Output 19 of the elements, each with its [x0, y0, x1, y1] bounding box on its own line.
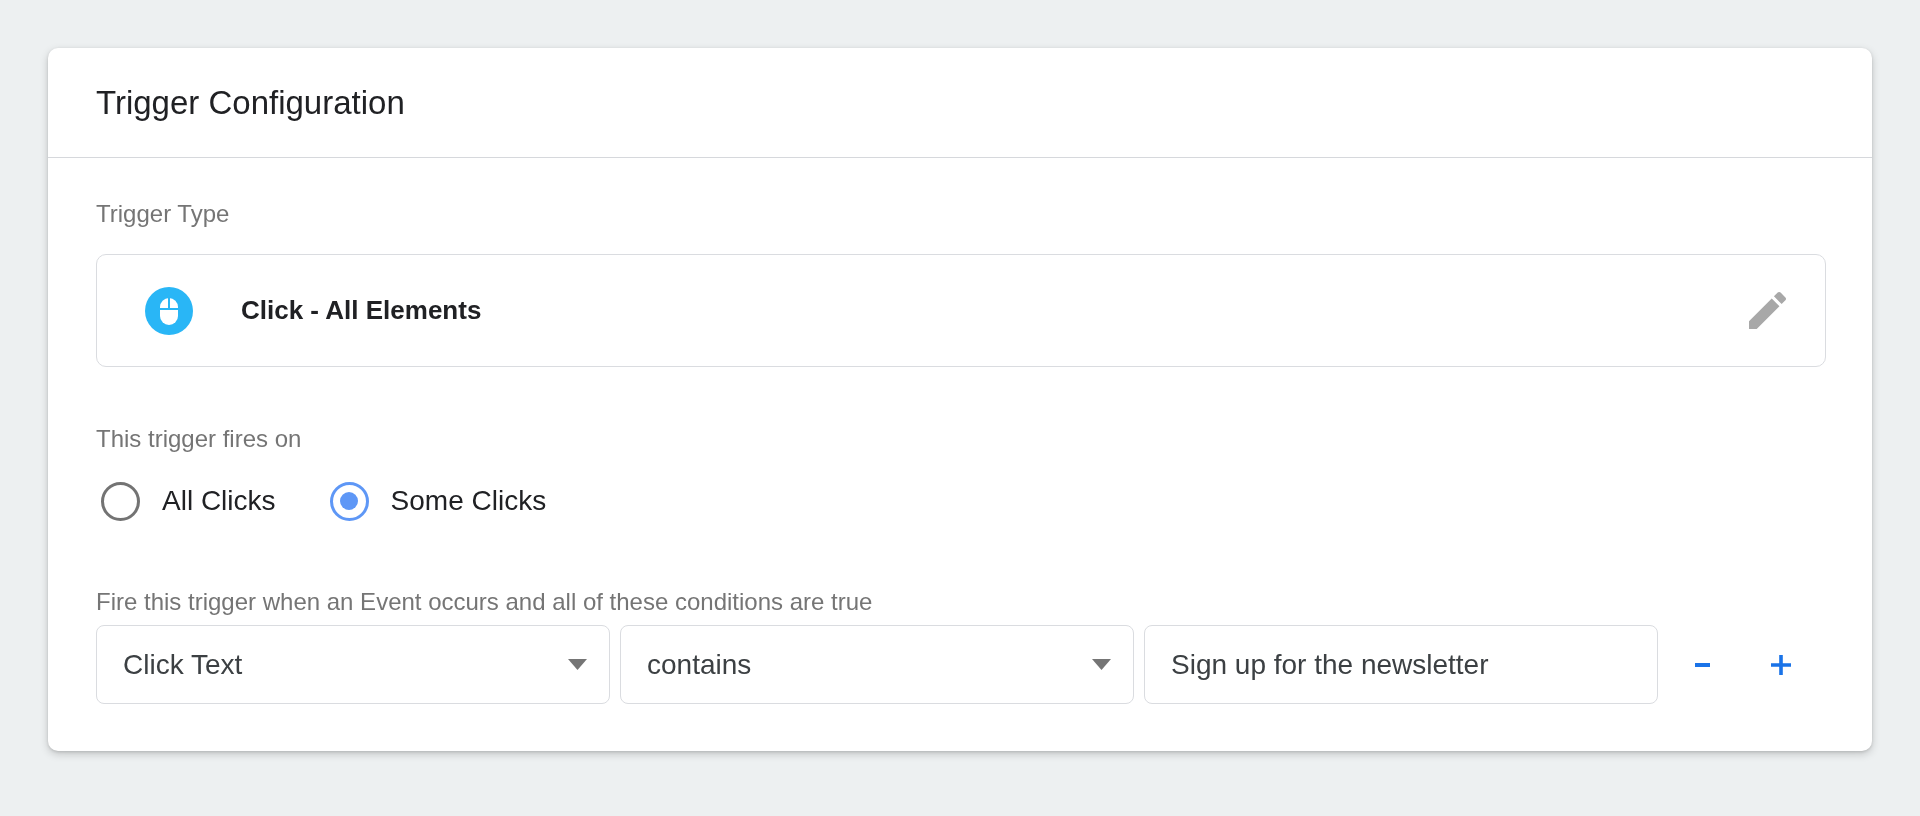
plus-icon: [1771, 654, 1791, 675]
radio-label[interactable]: Some Clicks: [390, 484, 547, 518]
trigger-type-name: Click - All Elements: [241, 295, 482, 326]
dropdown[interactable]: Click Text: [96, 625, 610, 704]
radio-button[interactable]: [329, 481, 369, 521]
edit-icon[interactable]: [1749, 292, 1786, 329]
input-field[interactable]: Sign up for the newsletter: [1144, 625, 1658, 704]
caret-icon: [568, 659, 587, 670]
caret-icon: [1092, 659, 1111, 670]
radio-button[interactable]: [101, 481, 140, 521]
mouse-icon: [145, 286, 193, 335]
minus-icon: [1694, 662, 1710, 667]
section-label: Fire this trigger when an Event occurs and all of these conditions are true: [96, 588, 874, 616]
dropdown[interactable]: contains: [620, 625, 1134, 704]
panel-title: Trigger Configuration: [96, 82, 405, 123]
trigger-type-card[interactable]: Click - All Elements: [96, 254, 1826, 367]
radio-label[interactable]: All Clicks: [162, 484, 276, 518]
section-label: This trigger fires on: [96, 425, 303, 453]
section-label: Trigger Type: [96, 200, 231, 228]
